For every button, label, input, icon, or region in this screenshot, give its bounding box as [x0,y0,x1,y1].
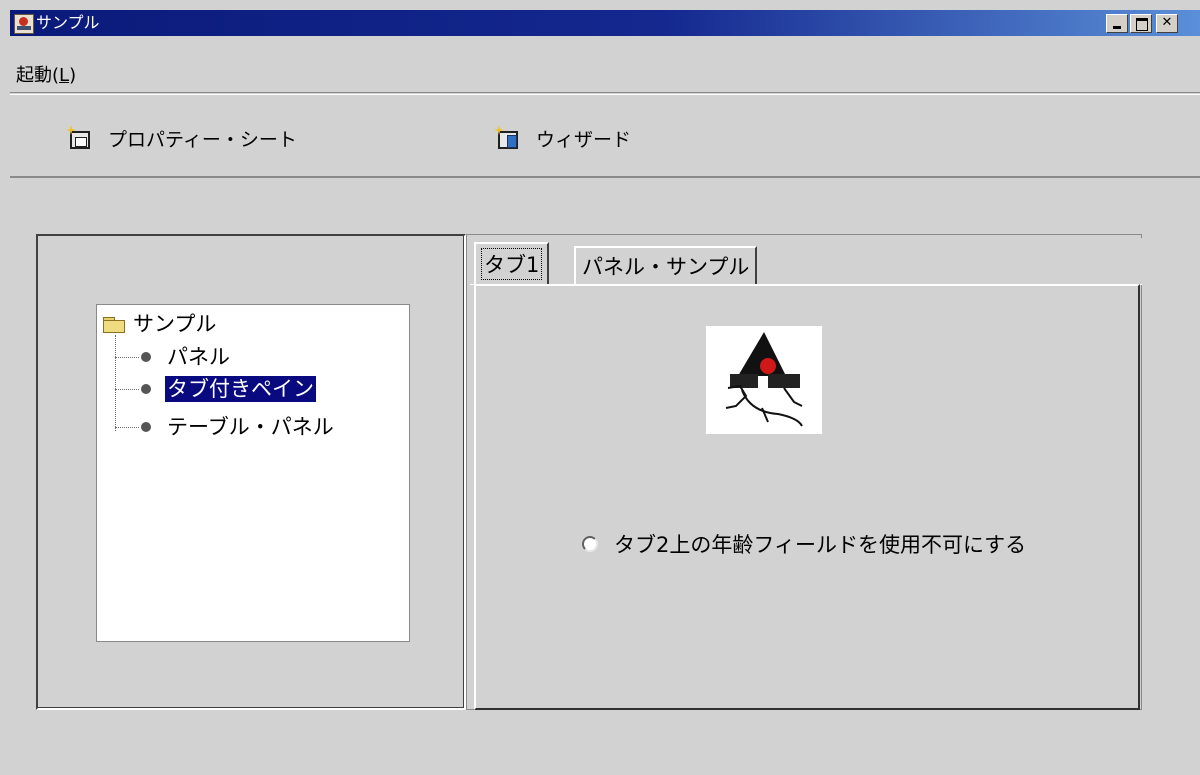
property-sheet-label: プロパティー・シート [108,128,297,151]
app-window: サンプル ✕ 起動(L) プロパティー・シート ウィザード サンプル パネル タ… [0,0,1200,775]
tab-panel-sample-label: パネル・サンプル [582,255,750,279]
leaf-bullet-icon [141,422,151,432]
tab-strip: タブ1 パネル・サンプル [470,238,1142,285]
disable-age-field-radio[interactable]: タブ2上の年齢フィールドを使用不可にする [582,530,1026,558]
java-app-icon[interactable] [14,14,34,34]
wizard-button[interactable]: ウィザード [494,125,631,151]
tree-item-tabbed-pane[interactable]: タブ付きペイン [115,375,316,403]
sample-tree[interactable]: サンプル パネル タブ付きペイン テーブル・パネル [96,304,410,642]
menu-launch[interactable]: 起動(L) [10,62,82,90]
tab-panel-sample[interactable]: パネル・サンプル [574,246,758,284]
menu-launch-mnemonic: L [59,65,70,86]
wizard-icon [494,125,522,151]
tree-item-table-panel[interactable]: テーブル・パネル [115,413,336,441]
bottom-area [10,712,1200,775]
title-bar[interactable]: サンプル ✕ [10,10,1200,36]
tree-root-label: サンプル [133,312,217,336]
tree-item-label: テーブル・パネル [167,415,334,439]
wizard-label: ウィザード [536,128,632,151]
tree-item-label: パネル [167,345,230,369]
radio-button[interactable] [582,536,598,552]
window-title: サンプル [36,13,100,32]
duke-mascot-image [706,326,822,434]
menu-launch-label: 起動( [16,65,60,86]
duke-icon [725,332,803,427]
property-sheet-icon [66,125,94,151]
tree-item-panel[interactable]: パネル [115,343,232,371]
property-sheet-button[interactable]: プロパティー・シート [66,125,297,151]
maximize-button[interactable] [1130,14,1152,33]
toolbar: プロパティー・シート ウィザード [10,94,1200,178]
tree-root[interactable]: サンプル [101,311,217,336]
leaf-bullet-icon [141,384,151,394]
minimize-button[interactable] [1106,14,1128,33]
menu-launch-label-end: ) [69,65,77,86]
folder-icon [101,313,129,333]
tab-1-label: タブ1 [480,248,543,280]
menu-bar: 起動(L) [10,58,1200,93]
tree-item-label: タブ付きペイン [165,376,316,402]
close-button[interactable]: ✕ [1156,14,1178,33]
tab-1[interactable]: タブ1 [474,242,550,284]
radio-label: タブ2上の年齢フィールドを使用不可にする [614,533,1027,557]
leaf-bullet-icon [141,352,151,362]
